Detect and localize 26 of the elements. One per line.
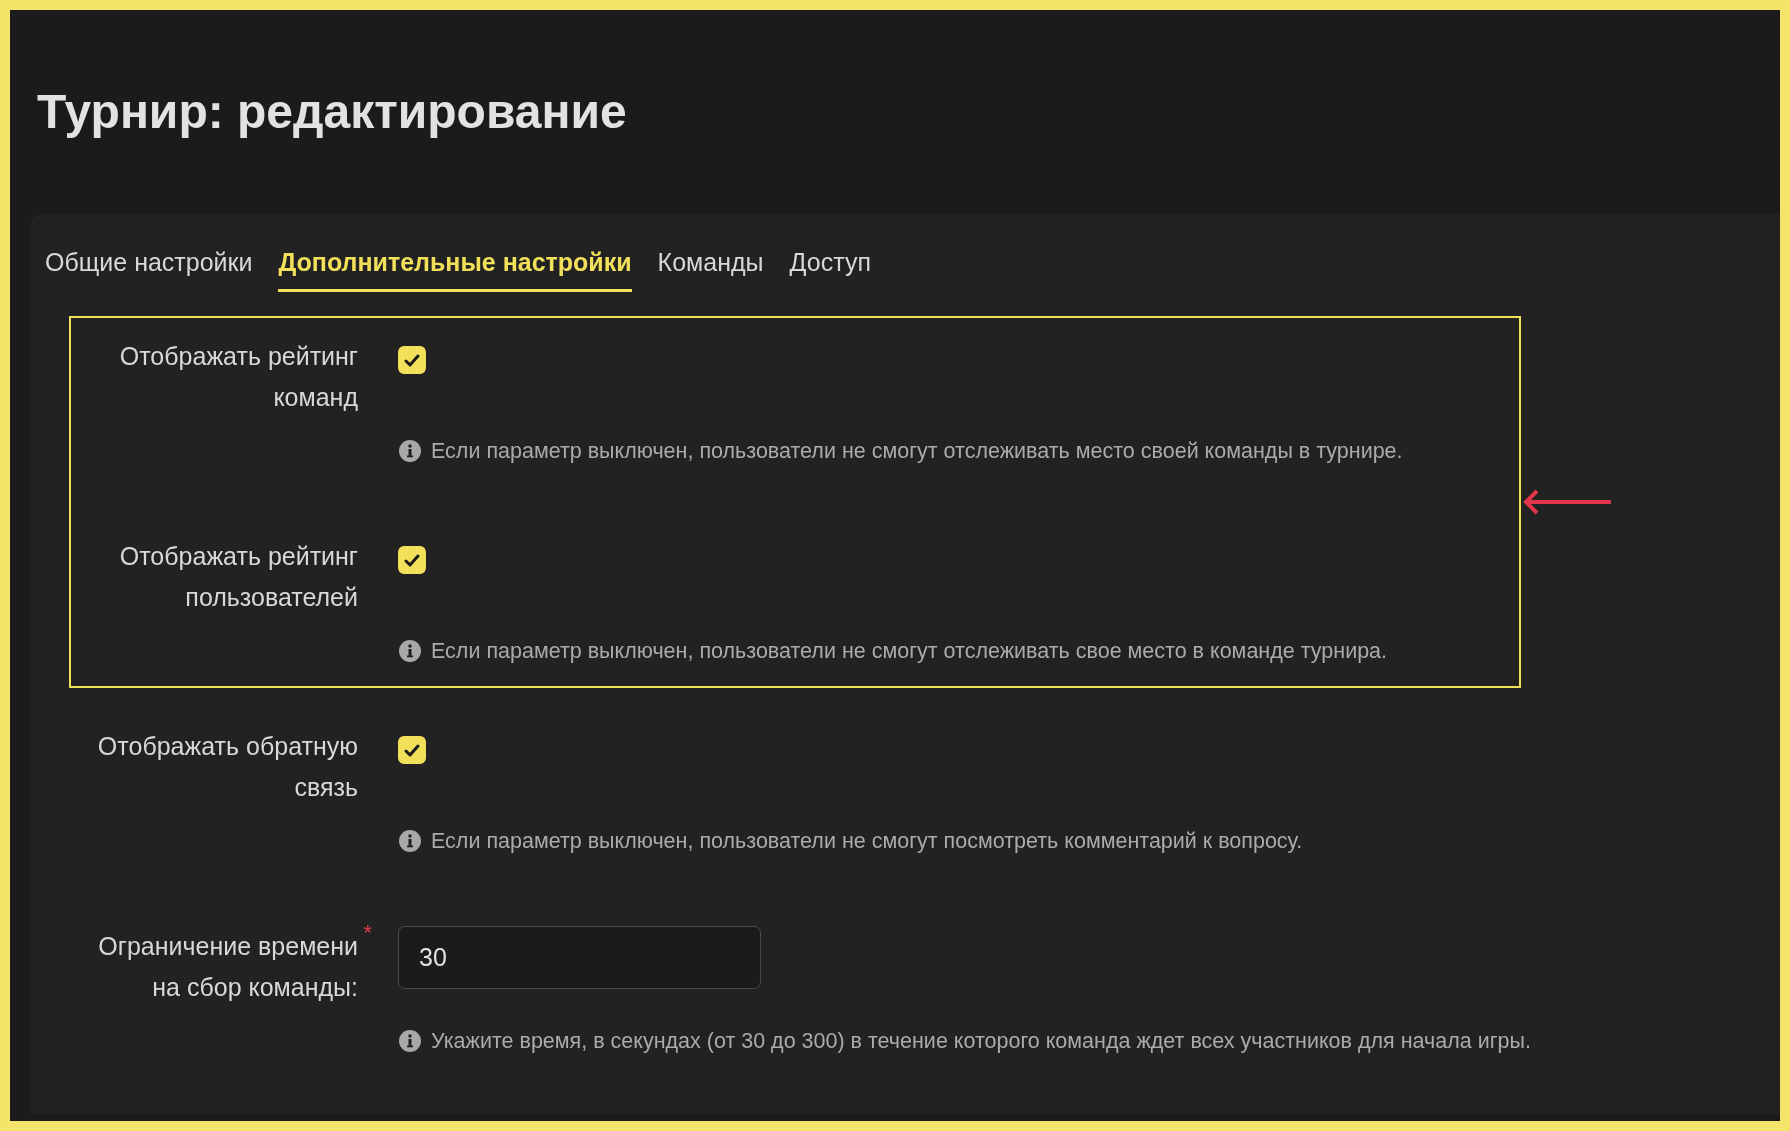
info-icon — [398, 639, 422, 663]
help-text: Если параметр выключен, пользователи не смогут отслеживать свое место в команде турнира. — [431, 638, 1388, 664]
help-text: Если параметр выключен, пользователи не смогут посмотреть комментарий к вопросу. — [431, 828, 1303, 854]
required-mark: * — [363, 922, 372, 944]
setting-label: Отображать рейтинг пользователей — [118, 541, 358, 613]
checkmark-icon — [404, 353, 420, 367]
tab[interactable]: Дополнительные настройки — [278, 242, 632, 292]
checkbox[interactable] — [398, 546, 426, 574]
checkbox[interactable] — [398, 346, 426, 374]
checkmark-icon — [404, 553, 420, 567]
help-text: Укажите время, в секундах (от 30 до 300) в течение которого команда ждет всех участников для начала игры. — [431, 1028, 1531, 1054]
checkmark-icon — [404, 743, 420, 757]
setting-label: Ограничение времени на сбор команды: — [97, 931, 358, 1003]
tab[interactable]: Доступ — [789, 242, 871, 292]
time-limit-field[interactable]: 30 — [398, 926, 761, 989]
info-icon — [398, 1029, 422, 1053]
tab[interactable]: Команды — [657, 242, 764, 292]
setting-label: Отображать рейтинг команд — [118, 341, 358, 413]
setting-label: Отображать обратную связь — [96, 731, 358, 803]
info-icon — [398, 439, 422, 463]
help-text: Если параметр выключен, пользователи не смогут отслеживать место своей команды в турнире. — [431, 438, 1403, 464]
checkbox[interactable] — [398, 736, 426, 764]
tab[interactable]: Общие настройки — [45, 242, 253, 292]
page-title: Турнир: редактирование — [36, 84, 628, 140]
arrow-icon — [1523, 488, 1613, 516]
info-icon — [398, 829, 422, 853]
